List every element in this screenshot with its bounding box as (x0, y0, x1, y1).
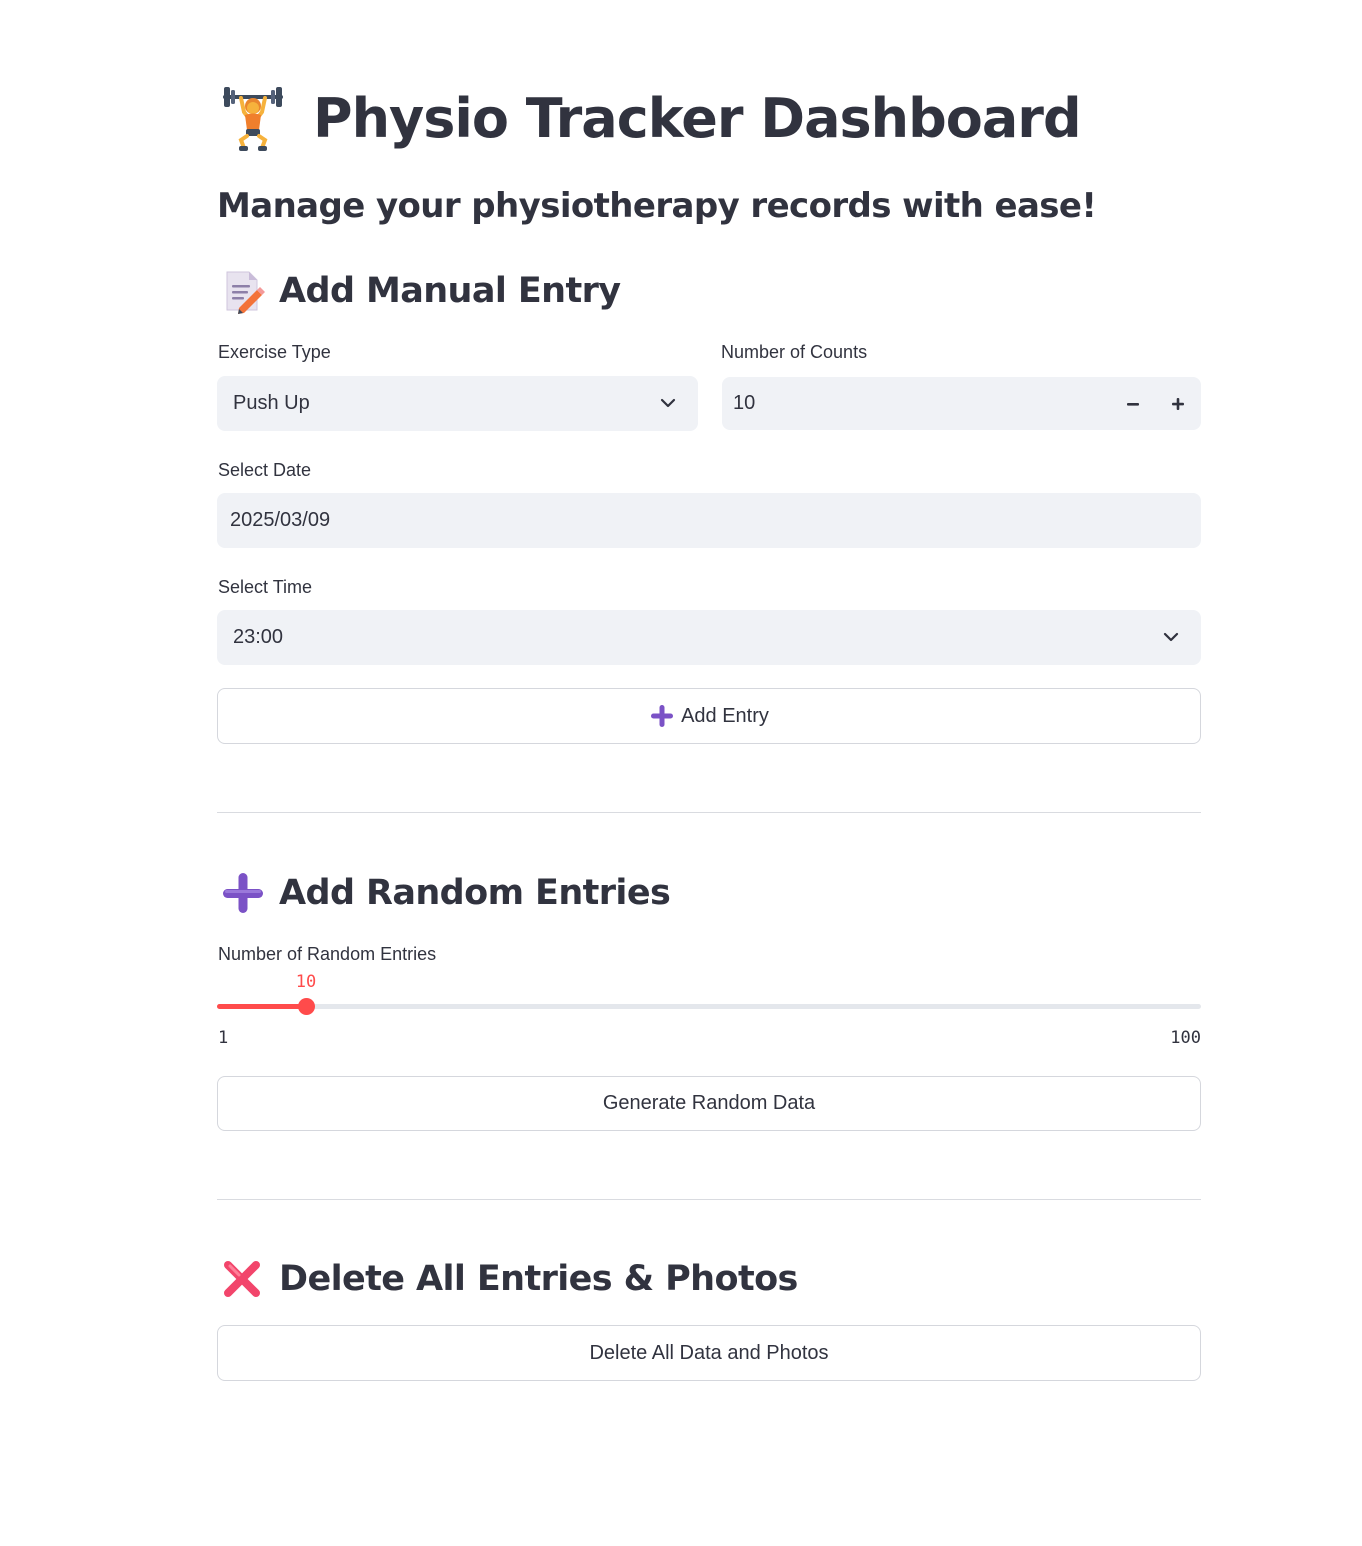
minus-icon (1127, 403, 1139, 406)
page-title: Physio Tracker Dashboard (313, 86, 1082, 150)
time-value: 23:00 (233, 626, 284, 648)
counts-value[interactable]: 10 (733, 392, 755, 415)
divider (217, 1199, 1201, 1200)
slider-current-value: 10 (295, 972, 317, 992)
plus-small-icon (1172, 398, 1184, 410)
page-title-row: Physio Tracker Dashboard (217, 80, 1082, 156)
delete-title: Delete All Entries & Photos (279, 1259, 798, 1299)
date-label: Select Date (218, 460, 312, 480)
slider-thumb[interactable] (298, 998, 315, 1015)
random-entries-heading: Add Random Entries (217, 868, 671, 918)
random-entries-title: Add Random Entries (279, 873, 671, 913)
delete-heading: Delete All Entries & Photos (217, 1254, 798, 1304)
exercise-type-select[interactable]: Push Up (217, 376, 698, 431)
slider-min-label: 1 (218, 1028, 229, 1048)
random-entries-slider-label: Number of Random Entries (218, 944, 437, 964)
weightlifter-icon (223, 87, 283, 151)
counts-number-input[interactable]: 10 (722, 377, 1201, 430)
slider-fill (217, 1004, 306, 1009)
date-value: 2025/03/09 (230, 509, 331, 531)
slider-max-label: 100 (1170, 1028, 1201, 1048)
page-subtitle: Manage your physiotherapy records with e… (217, 186, 1097, 226)
chevron-down-icon (1163, 632, 1179, 642)
counts-label: Number of Counts (721, 342, 868, 362)
decrement-button[interactable] (1113, 384, 1153, 424)
generate-random-data-label: Generate Random Data (602, 1092, 816, 1114)
manual-entry-title: Add Manual Entry (279, 271, 621, 311)
exercise-type-value: Push Up (233, 392, 310, 414)
cross-mark-icon (224, 1261, 260, 1297)
memo-icon (226, 271, 265, 314)
delete-all-label: Delete All Data and Photos (589, 1341, 829, 1364)
generate-random-data-button[interactable]: Generate Random Data (217, 1076, 1201, 1131)
delete-all-button[interactable]: Delete All Data and Photos (217, 1325, 1201, 1381)
date-input[interactable]: 2025/03/09 (217, 493, 1201, 548)
chevron-down-icon (660, 398, 676, 408)
random-entries-slider[interactable] (217, 998, 1201, 1015)
time-select[interactable]: 23:00 (217, 610, 1201, 665)
exercise-type-label: Exercise Type (218, 342, 331, 362)
time-label: Select Time (218, 577, 313, 597)
increment-button[interactable] (1158, 384, 1198, 424)
add-entry-label: Add Entry (681, 704, 769, 727)
manual-entry-heading: Add Manual Entry (217, 266, 621, 316)
divider (217, 812, 1201, 813)
plus-icon (223, 873, 263, 913)
add-entry-button[interactable]: Add Entry (217, 688, 1201, 744)
plus-icon (651, 705, 674, 727)
